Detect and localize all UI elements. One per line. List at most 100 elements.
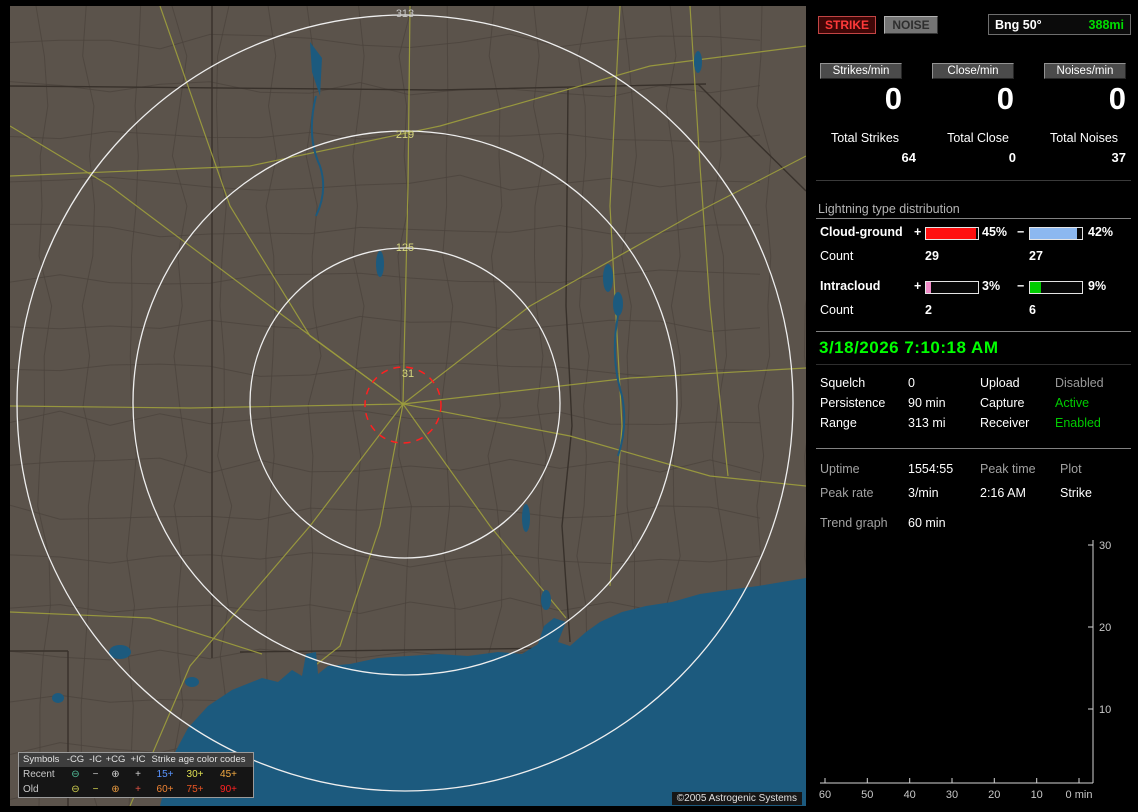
ring-label-219: 219 [396, 129, 414, 141]
legend-old-label: Old [23, 784, 39, 795]
peak-rate-label: Peak rate [820, 486, 874, 500]
pos-cg-old-icon: ⊕ [111, 784, 120, 795]
ring-label-125: 125 [396, 242, 414, 254]
uptime-label: Uptime [820, 462, 860, 476]
legend-age-header: Strike age color codes [151, 754, 246, 765]
x-ticks [824, 778, 1080, 783]
cg-minus-count: 27 [1029, 249, 1043, 263]
ic-minus-pct: 9% [1088, 279, 1107, 293]
lightning-map[interactable]: 313 219 125 31 Symbols -CG -IC +CG +IC S… [10, 6, 806, 806]
age-30-label: 30+ [186, 769, 204, 780]
trend-window-value: 60 min [908, 516, 946, 530]
status-sidebar: STRIKE NOISE Bng 50° 388mi Strikes/min C… [808, 0, 1138, 812]
bearing-value: Bng 50° [995, 17, 1042, 32]
capture-status: Active [1055, 396, 1090, 410]
ic-plus-count: 2 [925, 303, 932, 317]
divider [816, 364, 1131, 365]
minus-sign: − [1017, 279, 1025, 293]
peak-time-value: 2:16 AM [980, 486, 1026, 500]
legend-col-neg-cg: -CG [66, 754, 85, 765]
range-label: Range [820, 416, 857, 430]
strikes-per-min-box[interactable]: Strikes/min [820, 63, 902, 79]
cg-count-label: Count [820, 249, 854, 263]
age-75-label: 75+ [186, 784, 204, 795]
x-label-10: 10 [1031, 789, 1043, 801]
distribution-header: Lightning type distribution [818, 202, 960, 216]
x-label-60: 60 [819, 789, 831, 801]
cloud-ground-label: Cloud-ground [820, 225, 903, 239]
age-60-label: 60+ [156, 784, 174, 795]
y-label-10: 10 [1099, 704, 1111, 716]
noise-mode-button[interactable]: NOISE [884, 16, 938, 34]
capture-label: Capture [980, 396, 1025, 410]
ic-plus-pct: 3% [982, 279, 1001, 293]
x-label-50: 50 [861, 789, 873, 801]
range-setting-value: 313 mi [908, 416, 946, 430]
divider [816, 448, 1131, 449]
noises-per-min-box[interactable]: Noises/min [1044, 63, 1126, 79]
legend-symbols-header: Symbols [23, 754, 60, 765]
pos-ic-recent-icon: + [135, 769, 141, 780]
legend-col-neg-ic: -IC [89, 754, 102, 765]
datetime-display: 3/18/2026 7:10:18 AM [819, 338, 999, 357]
minus-sign: − [1017, 225, 1025, 239]
legend-header: Symbols -CG -IC +CG +IC Strike age color… [19, 753, 253, 767]
peak-time-label: Peak time [980, 462, 1036, 476]
persistence-label: Persistence [820, 396, 886, 410]
ring-label-31: 31 [402, 368, 414, 380]
strike-symbol-legend: Symbols -CG -IC +CG +IC Strike age color… [18, 752, 254, 798]
trend-graph-label: Trend graph [820, 516, 888, 530]
total-noises-label: Total Noises [1049, 131, 1119, 145]
cg-plus-pct: 45% [982, 225, 1008, 239]
receiver-status: Enabled [1055, 416, 1101, 430]
total-close-value: 0 [1008, 150, 1016, 165]
intracloud-label: Intracloud [820, 279, 881, 293]
plus-sign: + [914, 279, 922, 293]
y-label-20: 20 [1099, 622, 1111, 634]
divider [816, 218, 1131, 219]
x-label-30: 30 [946, 789, 958, 801]
ic-plus-bar [925, 281, 979, 294]
noises-per-min-value: 0 [1108, 81, 1126, 116]
map-canvas: 313 219 125 31 [10, 6, 806, 806]
squelch-value: 0 [908, 376, 915, 390]
legend-col-pos-cg: +CG [105, 754, 126, 765]
squelch-label: Squelch [820, 376, 866, 390]
close-per-min-box[interactable]: Close/min [932, 63, 1014, 79]
uptime-value: 1554:55 [908, 462, 954, 476]
trend-graph: 30 20 10 60 50 40 30 20 10 0 min [819, 540, 1111, 801]
ic-minus-bar [1029, 281, 1083, 294]
ic-count-label: Count [820, 303, 854, 317]
x-label-20: 20 [988, 789, 1000, 801]
copyright-label: ©2005 Astrogenic Systems [671, 792, 802, 805]
total-strikes-value: 64 [901, 150, 916, 165]
graph-axes [820, 540, 1094, 784]
total-strikes-label: Total Strikes [830, 131, 900, 145]
neg-ic-old-icon: − [92, 784, 99, 795]
ic-minus-count: 6 [1029, 303, 1036, 317]
plot-label: Plot [1060, 462, 1082, 476]
upload-status: Disabled [1055, 376, 1104, 390]
bearing-range-display: Bng 50° 388mi [988, 14, 1131, 35]
receiver-label: Receiver [980, 416, 1030, 430]
neg-cg-recent-icon: ⊖ [71, 769, 80, 780]
pos-cg-recent-icon: ⊕ [111, 769, 120, 780]
legend-row-old: Old ⊖ − ⊕ + 60+ 75+ 90+ [19, 782, 253, 797]
strike-mode-button[interactable]: STRIKE [818, 16, 876, 34]
upload-label: Upload [980, 376, 1020, 390]
neg-ic-recent-icon: − [92, 769, 99, 780]
plot-value: Strike [1060, 486, 1092, 500]
divider [816, 180, 1131, 181]
legend-recent-label: Recent [23, 769, 55, 780]
neg-cg-old-icon: ⊖ [71, 784, 80, 795]
x-label-0-min: 0 min [1066, 789, 1093, 801]
total-noises-value: 37 [1111, 150, 1126, 165]
pos-ic-old-icon: + [135, 784, 141, 795]
y-label-30: 30 [1099, 540, 1111, 552]
total-close-label: Total Close [947, 131, 1009, 145]
age-45-label: 45+ [220, 769, 237, 780]
plus-sign: + [914, 225, 922, 239]
persistence-value: 90 min [908, 396, 946, 410]
close-per-min-value: 0 [996, 81, 1014, 116]
x-label-40: 40 [904, 789, 916, 801]
